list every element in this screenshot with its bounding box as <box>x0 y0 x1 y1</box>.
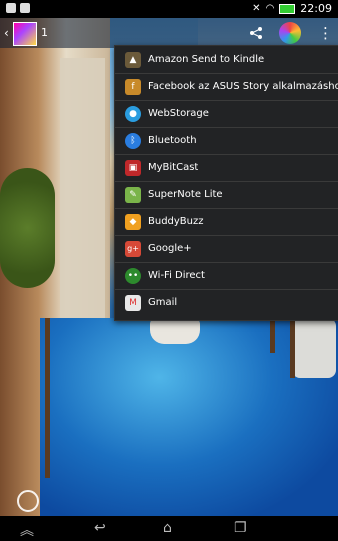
share-item-mybitcast[interactable]: ▣ MyBitCast <box>115 154 338 182</box>
webstorage-icon: ● <box>125 105 141 122</box>
selected-count: 1 <box>41 26 48 39</box>
up-icon[interactable]: ︽ <box>20 520 34 540</box>
buddybuzz-icon: ◆ <box>125 213 141 230</box>
battery-icon <box>279 3 296 14</box>
overflow-menu-icon[interactable]: ⋮ <box>318 24 333 42</box>
google-plus-icon: g+ <box>125 240 141 257</box>
back-icon[interactable]: ↩ <box>94 520 106 536</box>
bluetooth-icon: ᛒ <box>125 132 141 149</box>
share-item-gmail[interactable]: M Gmail <box>115 289 338 316</box>
supernote-icon: ✎ <box>125 186 141 203</box>
selected-photo-thumbnail[interactable] <box>13 22 37 46</box>
share-item-label: WebStorage <box>148 108 209 119</box>
share-item-label: Amazon Send to Kindle <box>148 54 265 65</box>
notification-icon <box>20 3 30 13</box>
building-facade <box>60 58 105 358</box>
mooring-pole <box>290 318 295 378</box>
wifi-direct-icon: •• <box>125 267 141 284</box>
share-icon <box>250 27 262 39</box>
recents-icon[interactable]: ❐ <box>234 520 247 536</box>
asus-story-icon: f <box>125 78 141 95</box>
share-item-amazon-kindle[interactable]: ▲ Amazon Send to Kindle <box>115 46 338 74</box>
share-item-bluetooth[interactable]: ᛒ Bluetooth <box>115 127 338 155</box>
up-chevron-icon[interactable]: ‹ <box>4 26 9 40</box>
mybitcast-icon: ▣ <box>125 159 141 176</box>
kindle-icon: ▲ <box>125 51 141 68</box>
share-item-label: SuperNote Lite <box>148 189 223 200</box>
boat-right <box>292 318 336 378</box>
mooring-pole <box>45 318 50 478</box>
share-item-google-plus[interactable]: g+ Google+ <box>115 235 338 263</box>
wifi-icon: ◠ <box>265 3 275 14</box>
notification-icon <box>6 3 16 13</box>
share-item-label: Bluetooth <box>148 135 197 146</box>
home-icon[interactable]: ⌂ <box>163 520 172 536</box>
share-item-label: BuddyBuzz <box>148 216 204 227</box>
clock: 22:09 <box>300 2 332 15</box>
share-item-supernote[interactable]: ✎ SuperNote Lite <box>115 181 338 209</box>
share-item-wifi-direct[interactable]: •• Wi-Fi Direct <box>115 262 338 290</box>
action-bar: ‹ 1 ⋮ <box>0 18 338 50</box>
share-menu: ▲ Amazon Send to Kindle f Facebook az AS… <box>114 45 338 321</box>
screen: ✕ ◠ 22:09 ‹ 1 ⋮ ▲ Amazon Send to Kindle … <box>0 0 338 541</box>
share-item-asus-story[interactable]: f Facebook az ASUS Story alkalmazáshoz <box>115 73 338 101</box>
boat <box>150 318 200 344</box>
share-item-webstorage[interactable]: ● WebStorage <box>115 100 338 128</box>
photo-editor-icon[interactable] <box>279 22 301 44</box>
no-signal-icon: ✕ <box>252 3 261 14</box>
navigation-bar: ︽ ↩ ⌂ ❐ <box>0 516 338 541</box>
share-item-label: Gmail <box>148 297 178 308</box>
share-item-label: Facebook az ASUS Story alkalmazáshoz <box>148 81 338 92</box>
share-item-buddybuzz[interactable]: ◆ BuddyBuzz <box>115 208 338 236</box>
share-item-label: MyBitCast <box>148 162 199 173</box>
photo-info-icon[interactable] <box>17 490 39 512</box>
share-item-label: Google+ <box>148 243 192 254</box>
status-bar: ✕ ◠ 22:09 <box>0 0 338 18</box>
tree <box>0 168 55 288</box>
gmail-icon: M <box>125 294 141 311</box>
share-item-label: Wi-Fi Direct <box>148 270 205 281</box>
